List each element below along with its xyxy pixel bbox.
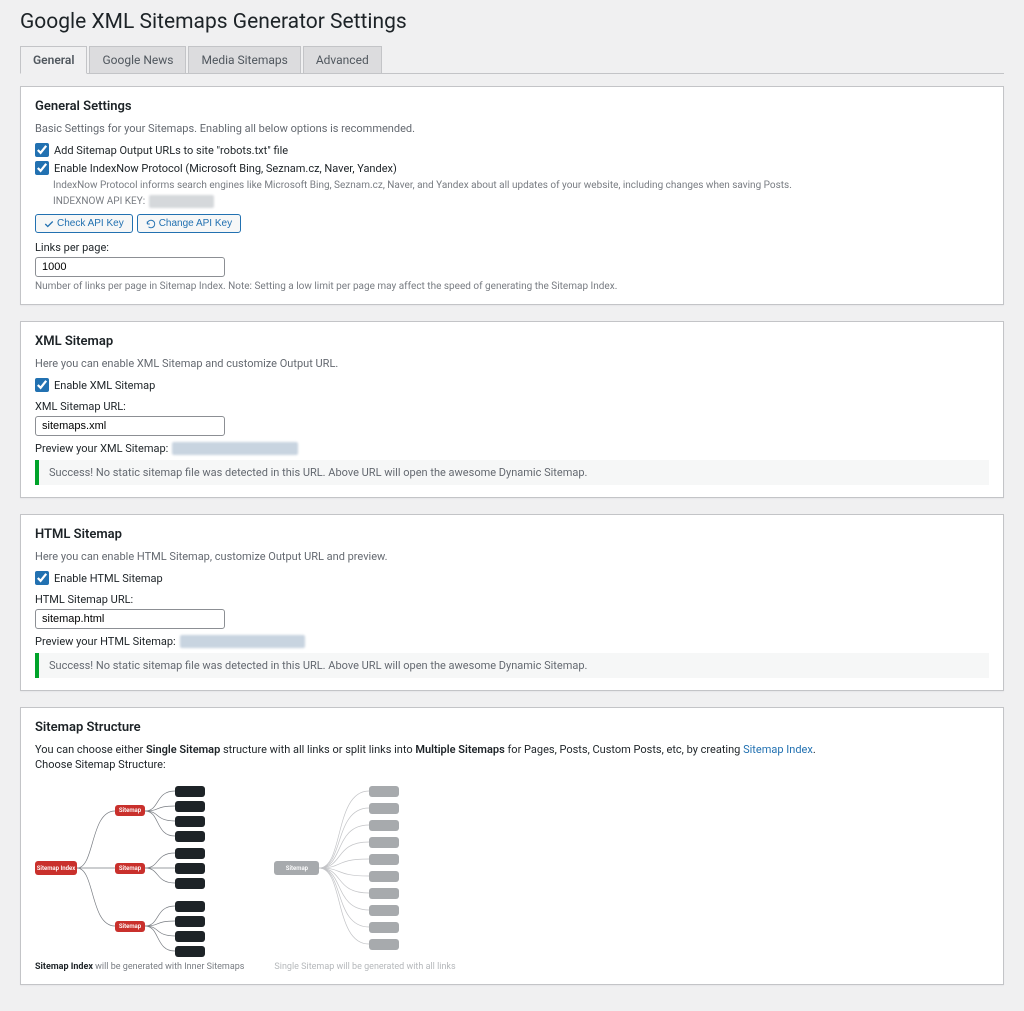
html-heading: HTML Sitemap <box>35 527 989 542</box>
panel-xml: XML Sitemap Here you can enable XML Site… <box>20 321 1004 498</box>
panel-structure: Sitemap Structure You can choose either … <box>20 707 1004 985</box>
links-per-page-input[interactable] <box>35 257 225 277</box>
xml-url-label: XML Sitemap URL: <box>35 400 989 413</box>
diagram-node-root: Sitemap Index <box>35 861 77 875</box>
change-api-key-button[interactable]: Change API Key <box>137 214 241 233</box>
apikey-label: INDEXNOW API KEY: <box>53 196 145 207</box>
page-title: Google XML Sitemaps Generator Settings <box>20 10 1004 34</box>
diagram-node-leaf <box>175 931 205 942</box>
diagram-node-leaf <box>175 946 205 957</box>
structure-heading: Sitemap Structure <box>35 720 989 735</box>
diagram-node-leaf <box>369 837 399 848</box>
panel-general: General Settings Basic Settings for your… <box>20 86 1004 305</box>
general-desc: Basic Settings for your Sitemaps. Enabli… <box>35 122 989 135</box>
diagram-node-mid: Sitemap <box>115 921 145 932</box>
cb-indexnow[interactable] <box>35 161 49 175</box>
diagram-node-leaf <box>175 863 205 874</box>
tab-google-news[interactable]: Google News <box>89 46 186 73</box>
html-url-input[interactable] <box>35 609 225 629</box>
diagram-node-leaf <box>175 831 205 842</box>
tabs-nav: General Google News Media Sitemaps Advan… <box>20 46 1004 74</box>
xml-heading: XML Sitemap <box>35 334 989 349</box>
refresh-icon <box>146 219 156 229</box>
diagram-node-mid: Sitemap <box>115 863 145 874</box>
cb-enable-xml-label: Enable XML Sitemap <box>54 379 155 392</box>
diagram-node-leaf <box>175 816 205 827</box>
indexnow-desc: IndexNow Protocol informs search engines… <box>53 179 989 193</box>
diagram-node-leaf <box>369 888 399 899</box>
check-icon <box>44 219 54 229</box>
structure-choose: Choose Sitemap Structure: <box>35 758 989 771</box>
diagram-node-leaf <box>175 878 205 889</box>
diagram-node-leaf <box>369 939 399 950</box>
general-heading: General Settings <box>35 99 989 114</box>
xml-preview-label: Preview your XML Sitemap: <box>35 442 168 455</box>
diagram-node-root: Sitemap <box>274 861 319 875</box>
diagram-node-leaf <box>175 916 205 927</box>
cb-enable-html-label: Enable HTML Sitemap <box>54 572 163 585</box>
diagram-node-leaf <box>175 801 205 812</box>
diagram-node-leaf <box>369 905 399 916</box>
diagram-node-leaf <box>369 871 399 882</box>
html-url-label: HTML Sitemap URL: <box>35 593 989 606</box>
links-per-page-label: Links per page: <box>35 241 989 254</box>
panel-html: HTML Sitemap Here you can enable HTML Si… <box>20 514 1004 691</box>
tab-general[interactable]: General <box>20 46 87 74</box>
xml-success-notice: Success! No static sitemap file was dete… <box>35 460 989 485</box>
html-preview-label: Preview your HTML Sitemap: <box>35 635 176 648</box>
structure-option-multiple[interactable]: Sitemap Index Sitemap Sitemap Sitemap Si… <box>35 781 244 972</box>
xml-preview-link[interactable]: x <box>172 442 297 455</box>
check-api-key-button[interactable]: Check API Key <box>35 214 133 233</box>
cb-robots[interactable] <box>35 143 49 157</box>
diagram-node-leaf <box>369 820 399 831</box>
diagram-multiple-caption: Sitemap Index will be generated with Inn… <box>35 962 244 972</box>
diagram-node-mid: Sitemap <box>115 805 145 816</box>
cb-enable-xml[interactable] <box>35 378 49 392</box>
links-help: Number of links per page in Sitemap Inde… <box>35 281 989 292</box>
diagram-node-leaf <box>369 786 399 797</box>
sitemap-index-link[interactable]: Sitemap Index <box>743 743 813 756</box>
diagram-single-caption: Single Sitemap will be generated with al… <box>274 962 455 972</box>
xml-desc: Here you can enable XML Sitemap and cust… <box>35 357 989 370</box>
diagram-node-leaf <box>175 786 205 797</box>
diagram-node-leaf <box>369 854 399 865</box>
html-preview-link[interactable]: x <box>180 635 305 648</box>
diagram-node-leaf <box>175 848 205 859</box>
diagram-node-leaf <box>369 922 399 933</box>
structure-option-single[interactable]: Sitemap Single Sitemap will be generated… <box>274 781 455 972</box>
structure-text: You can choose either Single Sitemap str… <box>35 743 989 756</box>
tab-advanced[interactable]: Advanced <box>303 46 382 73</box>
html-desc: Here you can enable HTML Sitemap, custom… <box>35 550 989 563</box>
tab-media-sitemaps[interactable]: Media Sitemaps <box>188 46 300 73</box>
xml-url-input[interactable] <box>35 416 225 436</box>
diagram-node-leaf <box>175 901 205 912</box>
cb-enable-html[interactable] <box>35 571 49 585</box>
apikey-value: x <box>149 195 214 208</box>
html-success-notice: Success! No static sitemap file was dete… <box>35 653 989 678</box>
diagram-node-leaf <box>369 803 399 814</box>
cb-indexnow-label: Enable IndexNow Protocol (Microsoft Bing… <box>54 162 397 175</box>
cb-robots-label: Add Sitemap Output URLs to site "robots.… <box>54 144 288 157</box>
